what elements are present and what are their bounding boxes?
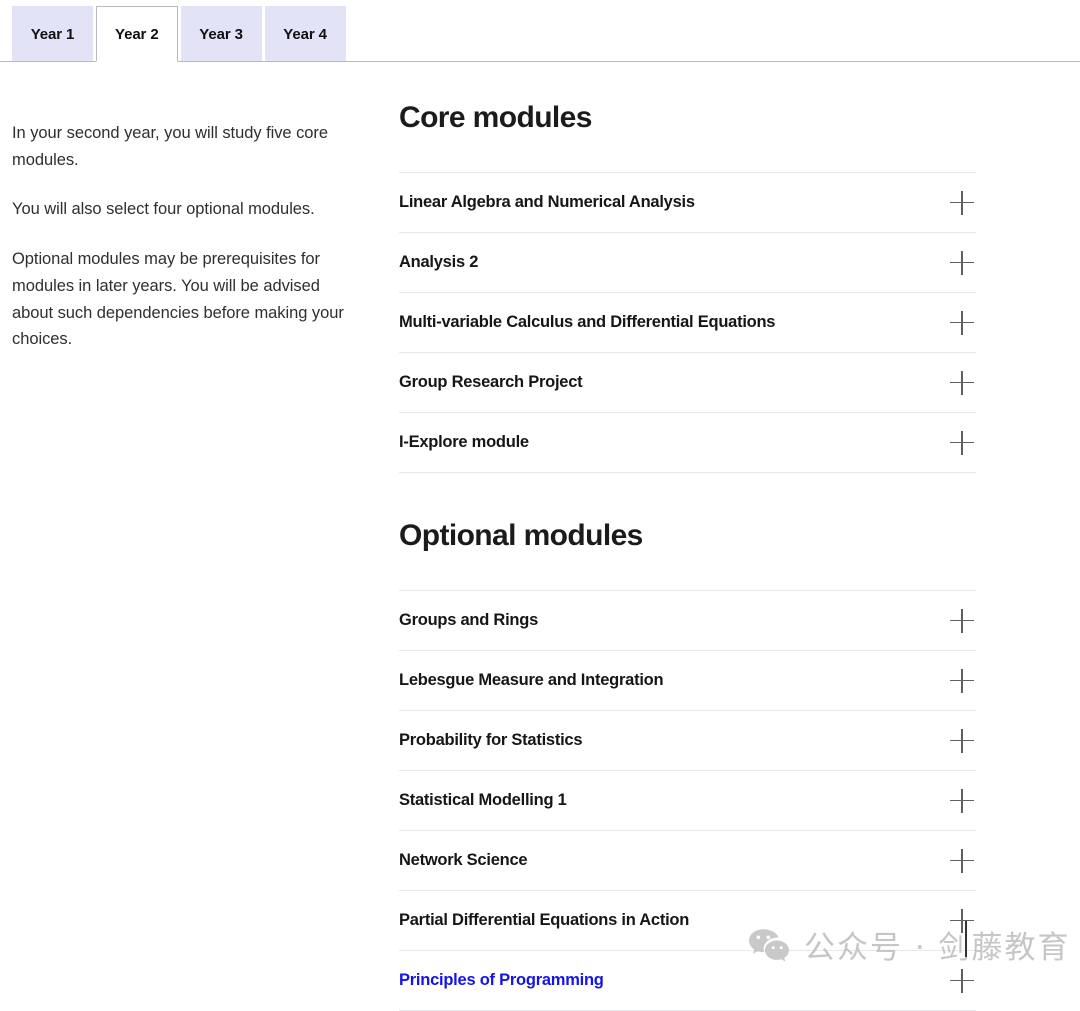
accordion-item-label: Groups and Rings xyxy=(399,610,539,629)
accordion-item-label: Group Research Project xyxy=(399,372,583,391)
plus-icon[interactable] xyxy=(950,608,974,633)
accordion-item[interactable]: Probability for Statistics xyxy=(399,711,976,771)
accordion-item[interactable]: Principles of Programming xyxy=(399,951,976,1011)
plus-icon[interactable] xyxy=(950,788,974,813)
accordion-item-label: Partial Differential Equations in Action xyxy=(399,910,690,929)
plus-icon[interactable] xyxy=(950,190,974,215)
accordion-item[interactable]: I-Explore module xyxy=(399,413,976,473)
plus-icon[interactable] xyxy=(950,370,974,395)
tab-label: Year 4 xyxy=(283,25,327,43)
intro-paragraph: You will also select four optional modul… xyxy=(12,200,315,219)
accordion-item-label: Lebesgue Measure and Integration xyxy=(399,670,664,689)
accordion-item[interactable]: Linear Algebra and Numerical Analysis xyxy=(399,173,976,233)
tab-year-3[interactable]: Year 3 xyxy=(180,6,262,62)
accordion-item-label: Multi-variable Calculus and Differential… xyxy=(399,312,776,331)
accordion-list: Groups and Rings Lebesgue Measure and Int… xyxy=(399,590,976,1011)
plus-icon[interactable] xyxy=(950,908,974,933)
accordion-item-label: Network Science xyxy=(399,850,528,869)
intro-paragraph: Optional modules may be prerequisites fo… xyxy=(12,250,344,349)
tab-year-2[interactable]: Year 2 xyxy=(96,6,178,62)
accordion-item-label: Statistical Modelling 1 xyxy=(399,790,567,809)
accordion-item-label: I-Explore module xyxy=(399,432,529,451)
accordion-item[interactable]: Analysis 2 xyxy=(399,233,976,293)
accordion-item-label: Probability for Statistics xyxy=(399,730,583,749)
plus-icon[interactable] xyxy=(950,728,974,753)
accordion-item-label: Analysis 2 xyxy=(399,252,479,271)
year-intro-text: In your second year, you will study five… xyxy=(12,120,344,353)
accordion-item[interactable]: Network Science xyxy=(399,831,976,891)
plus-icon[interactable] xyxy=(950,668,974,693)
tab-label: Year 2 xyxy=(115,25,159,43)
modules-column: Core modules Linear Algebra and Numerical… xyxy=(399,101,976,1011)
module-section: Optional modules Groups and Rings Lebesgue… xyxy=(399,519,976,1011)
accordion-item[interactable]: Lebesgue Measure and Integration xyxy=(399,651,976,711)
accordion-item[interactable]: Groups and Rings xyxy=(399,591,976,651)
tab-label: Year 1 xyxy=(30,25,75,43)
accordion-item[interactable]: Statistical Modelling 1 xyxy=(399,771,976,831)
module-section: Core modules Linear Algebra and Numerical… xyxy=(399,101,976,473)
plus-icon[interactable] xyxy=(950,430,974,455)
tab-label: Year 3 xyxy=(199,25,243,43)
section-heading: Optional modules xyxy=(399,519,643,552)
accordion-list: Linear Algebra and Numerical Analysis Ana… xyxy=(399,172,976,473)
section-heading: Core modules xyxy=(399,101,592,134)
accordion-item[interactable]: Group Research Project xyxy=(399,353,976,413)
plus-icon[interactable] xyxy=(950,310,974,335)
plus-icon[interactable] xyxy=(950,848,974,873)
accordion-item[interactable]: Multi-variable Calculus and Differential… xyxy=(399,293,976,353)
year-tab-bar: Year 1 Year 2 Year 3 Year 4 xyxy=(0,0,1080,63)
text-cursor xyxy=(965,921,967,957)
intro-paragraph: In your second year, you will study five… xyxy=(12,124,328,169)
accordion-item-label: Linear Algebra and Numerical Analysis xyxy=(399,192,695,211)
tab-year-1[interactable]: Year 1 xyxy=(12,6,93,62)
tab-year-4[interactable]: Year 4 xyxy=(264,6,346,62)
tab-list: Year 1 Year 2 Year 3 Year 4 xyxy=(12,6,346,62)
plus-icon[interactable] xyxy=(950,250,974,275)
accordion-item[interactable]: Partial Differential Equations in Action xyxy=(399,891,976,951)
accordion-item-label: Principles of Programming xyxy=(399,970,604,989)
